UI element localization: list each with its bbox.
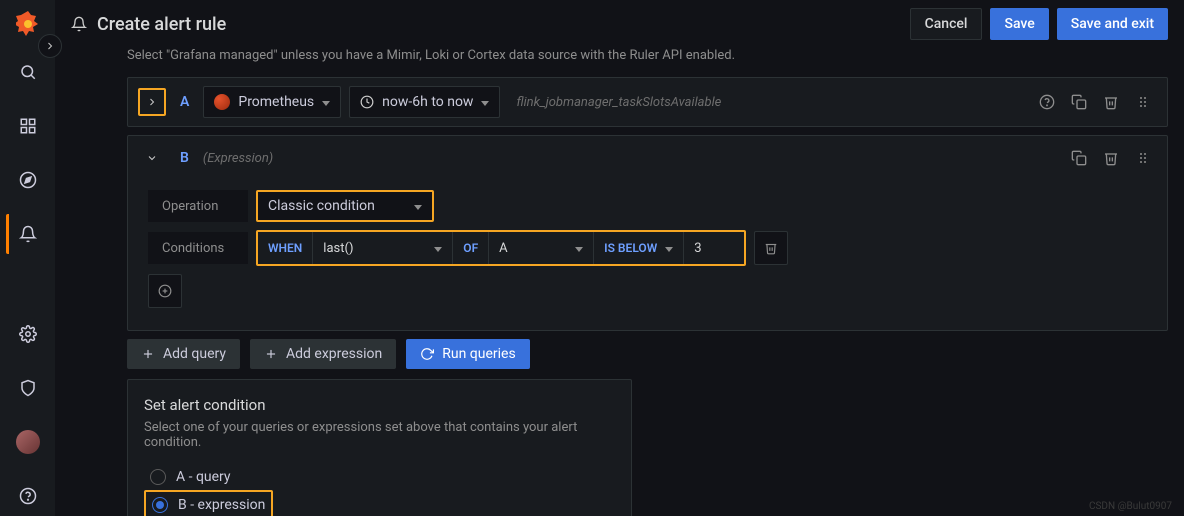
settings-icon[interactable] [8, 314, 48, 354]
copy-icon[interactable] [1065, 144, 1093, 172]
save-button[interactable]: Save [990, 8, 1048, 40]
search-icon[interactable] [8, 52, 48, 92]
when-function-select[interactable]: last() [313, 232, 453, 264]
condition-builder: WHEN last() OF A IS BELOW [256, 230, 746, 266]
condition-option-b[interactable]: B - expression [144, 490, 273, 516]
time-range-value: now-6h to now [382, 94, 473, 110]
drag-icon[interactable] [1129, 144, 1157, 172]
threshold-value: 3 [694, 241, 701, 256]
explore-icon[interactable] [8, 160, 48, 200]
delete-icon[interactable] [1097, 144, 1125, 172]
query-ref-a: A [174, 94, 195, 110]
chevron-down-icon [434, 240, 442, 256]
collapse-toggle-b[interactable] [138, 144, 166, 172]
add-expression-button[interactable]: Add expression [250, 339, 396, 369]
comparator-select[interactable]: IS BELOW [594, 232, 684, 264]
condition-option-b-label: B - expression [178, 497, 265, 513]
condition-option-a[interactable]: A - query [144, 464, 615, 490]
radio-icon [152, 497, 168, 513]
shield-icon[interactable] [8, 368, 48, 408]
when-keyword: WHEN [268, 241, 302, 255]
delete-icon[interactable] [1097, 88, 1125, 116]
delete-condition-button[interactable] [754, 231, 788, 265]
radio-icon [150, 469, 166, 485]
collapse-toggle-a[interactable] [138, 88, 166, 116]
chevron-down-icon [481, 94, 489, 110]
query-ref-b: B [174, 150, 195, 166]
datasource-name: Prometheus [238, 94, 314, 110]
query-help-icon[interactable] [1033, 88, 1061, 116]
of-keyword: OF [463, 241, 478, 255]
alert-condition-panel: Set alert condition Select one of your q… [127, 379, 632, 516]
of-ref-value: A [499, 241, 507, 256]
cancel-button[interactable]: Cancel [910, 8, 983, 40]
chevron-down-icon [665, 240, 673, 256]
alerting-icon[interactable] [6, 214, 46, 254]
threshold-input[interactable]: 3 [684, 232, 744, 264]
grafana-logo-icon[interactable] [14, 10, 42, 38]
query-panel-a: A Prometheus now-6h to now flink_jobmana… [127, 77, 1168, 127]
run-queries-button[interactable]: Run queries [406, 339, 529, 369]
add-query-label: Add query [163, 346, 226, 362]
query-preview-text: flink_jobmanager_taskSlotsAvailable [508, 95, 1025, 110]
when-function-value: last() [323, 241, 353, 256]
operation-select[interactable]: Classic condition [256, 190, 434, 222]
dashboard-icon[interactable] [8, 106, 48, 146]
condition-option-a-label: A - query [176, 469, 231, 485]
avatar[interactable] [8, 422, 48, 462]
datasource-select[interactable]: Prometheus [203, 86, 341, 118]
sidebar [0, 0, 55, 516]
sidebar-expand-button[interactable] [38, 34, 62, 58]
expression-type-label: (Expression) [203, 151, 273, 166]
operation-label: Operation [148, 190, 248, 222]
operation-value: Classic condition [268, 198, 375, 214]
add-condition-button[interactable] [148, 274, 182, 308]
add-query-button[interactable]: Add query [127, 339, 240, 369]
comparator-value: IS BELOW [604, 241, 657, 255]
time-range-select[interactable]: now-6h to now [349, 86, 500, 118]
expression-panel-b: B (Expression) Operation Classic conditi… [127, 135, 1168, 331]
prometheus-icon [214, 94, 230, 110]
help-icon[interactable] [8, 476, 48, 516]
conditions-label: Conditions [148, 232, 248, 264]
chevron-down-icon [575, 240, 583, 256]
add-expression-label: Add expression [286, 346, 382, 362]
page-header: Create alert rule Cancel Save Save and e… [55, 0, 1184, 48]
run-queries-label: Run queries [442, 346, 515, 362]
of-ref-select[interactable]: A [489, 232, 594, 264]
watermark: CSDN @Bulut0907 [1089, 501, 1172, 512]
bell-icon [71, 16, 87, 32]
drag-icon[interactable] [1129, 88, 1157, 116]
copy-icon[interactable] [1065, 88, 1093, 116]
alert-condition-title: Set alert condition [144, 396, 615, 414]
alert-condition-help: Select one of your queries or expression… [144, 420, 615, 450]
save-exit-button[interactable]: Save and exit [1057, 8, 1168, 40]
page-title: Create alert rule [97, 14, 226, 35]
chevron-down-icon [322, 94, 330, 110]
rule-type-help: Select "Grafana managed" unless you have… [127, 48, 1168, 63]
chevron-down-icon [414, 198, 422, 214]
